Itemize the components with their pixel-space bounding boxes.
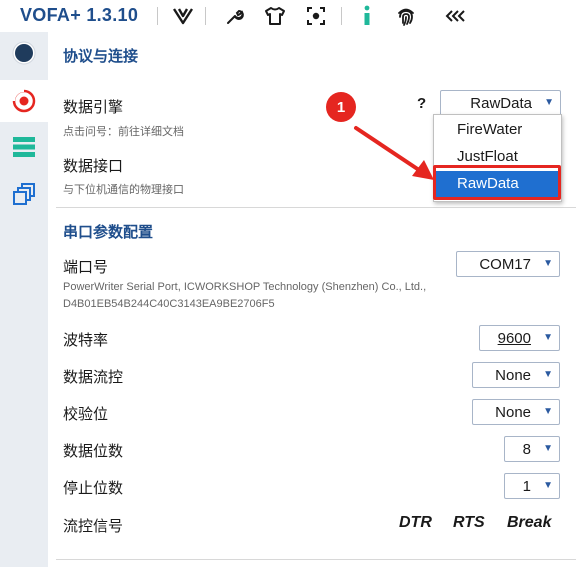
step-badge: 1	[326, 92, 356, 122]
baud-select-value: 9600	[497, 329, 531, 347]
sidebar	[0, 32, 48, 567]
parity-label: 校验位	[63, 406, 109, 423]
stop-bits-value: 1	[522, 477, 531, 495]
protocol-icon[interactable]	[0, 80, 48, 122]
flow-control-value: None	[495, 366, 531, 384]
divider	[56, 559, 576, 560]
chevron-down-icon: ▼	[543, 332, 553, 343]
stop-bits-label: 停止位数	[63, 480, 124, 497]
data-bits-select[interactable]: 8 ▼	[504, 436, 560, 462]
stop-bits-select[interactable]: 1 ▼	[504, 473, 560, 499]
screenshot-icon[interactable]	[304, 4, 328, 28]
baud-label: 波特率	[63, 332, 109, 349]
port-description-id: D4B01EB54B244C40C3143EA9BE2706F5	[63, 298, 275, 310]
flow-control-select[interactable]: None ▼	[472, 362, 560, 388]
chevron-down-icon: ▼	[543, 369, 553, 380]
flow-control-label: 数据流控	[63, 369, 124, 386]
port-label: 端口号	[63, 259, 109, 276]
interface-hint: 与下位机通信的物理接口	[63, 184, 184, 196]
wrench-icon[interactable]	[223, 4, 247, 28]
chevron-down-icon: ▼	[543, 258, 553, 269]
section-title-protocol: 协议与连接	[63, 48, 139, 65]
chevron-down-icon: ▼	[543, 406, 553, 417]
divider	[56, 207, 576, 208]
interface-label: 数据接口	[63, 158, 124, 175]
top-bar: VOFA+ 1.3.10	[0, 0, 582, 32]
toolbar-divider	[205, 7, 206, 25]
engine-select[interactable]: RawData ▼	[440, 90, 561, 116]
chevron-down-icon: ▼	[544, 97, 554, 108]
windows-icon[interactable]	[0, 174, 48, 216]
port-description: PowerWriter Serial Port, ICWORKSHOP Tech…	[63, 281, 427, 293]
app-title: VOFA+ 1.3.10	[20, 5, 139, 25]
chevron-down-icon: ▼	[543, 480, 553, 491]
record-icon[interactable]	[0, 32, 48, 74]
collapse-icon[interactable]	[444, 4, 468, 28]
parity-select[interactable]: None ▼	[472, 399, 560, 425]
data-bits-value: 8	[522, 440, 531, 458]
vofa-logo-icon[interactable]	[171, 4, 195, 28]
section-title-serial: 串口参数配置	[63, 224, 154, 241]
help-icon[interactable]: ?	[417, 95, 426, 112]
list-icon[interactable]	[0, 126, 48, 168]
info-icon[interactable]	[355, 4, 379, 28]
engine-label: 数据引擎	[63, 99, 124, 116]
rts-toggle[interactable]: RTS	[453, 514, 485, 532]
break-toggle[interactable]: Break	[507, 514, 551, 532]
tshirt-icon[interactable]	[263, 4, 287, 28]
baud-select[interactable]: 9600 ▼	[479, 325, 560, 351]
fingerprint-icon[interactable]	[394, 4, 418, 28]
flow-signals-label: 流控信号	[63, 518, 124, 535]
parity-value: None	[495, 403, 531, 421]
chevron-down-icon: ▼	[543, 443, 553, 454]
data-bits-label: 数据位数	[63, 443, 124, 460]
engine-hint: 点击问号：前往详细文档	[63, 126, 184, 138]
toolbar-divider	[341, 7, 342, 25]
highlight-box	[433, 165, 561, 200]
engine-select-value: RawData	[470, 94, 532, 112]
port-select[interactable]: COM17 ▼	[456, 251, 560, 277]
engine-option-firewater[interactable]: FireWater	[434, 117, 561, 143]
port-select-value: COM17	[479, 255, 531, 273]
toolbar-divider	[157, 7, 158, 25]
annotation-arrow	[354, 126, 434, 180]
dtr-toggle[interactable]: DTR	[399, 514, 432, 532]
